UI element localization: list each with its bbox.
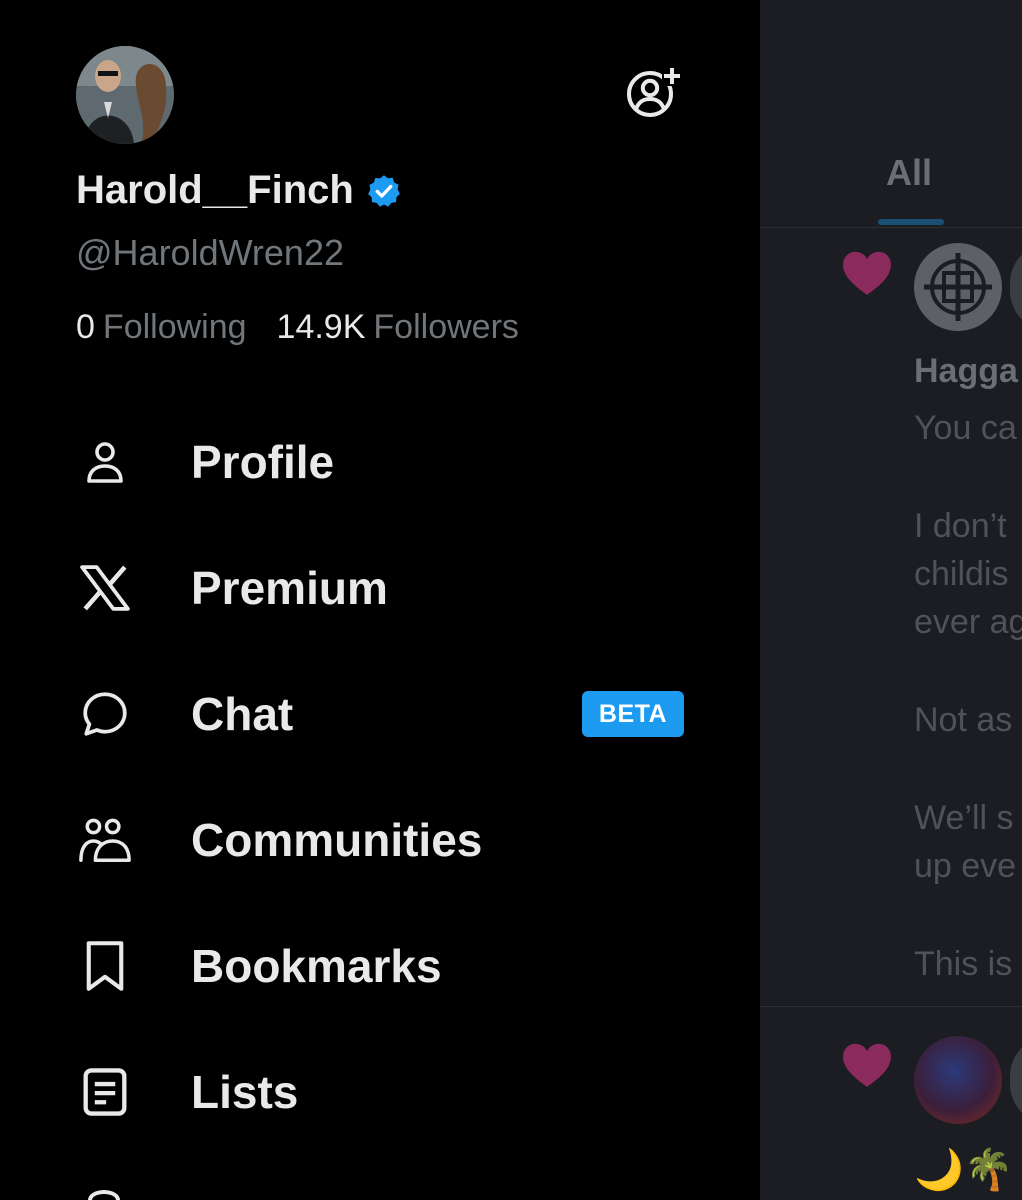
x-logo-icon xyxy=(78,561,132,615)
notification-avatar[interactable] xyxy=(914,1036,1002,1124)
list-icon xyxy=(78,1065,132,1119)
person-icon xyxy=(78,435,132,489)
notification-text-line: Not as xyxy=(914,701,1013,739)
following-link[interactable]: 0 Following xyxy=(76,308,247,347)
timeline-header: All xyxy=(760,0,1022,228)
tab-all[interactable]: All xyxy=(886,152,932,194)
menu-item-profile[interactable]: Profile xyxy=(0,399,760,525)
add-account-icon[interactable] xyxy=(626,66,682,118)
follow-stats: 0 Following 14.9K Followers xyxy=(76,308,519,347)
notification-text-line: childis xyxy=(914,555,1009,593)
verified-badge-icon xyxy=(367,174,400,207)
avatar[interactable] xyxy=(76,46,174,144)
menu-label-chat: Chat xyxy=(191,688,294,740)
avatar-photo xyxy=(76,46,174,144)
notification-text-line: You ca xyxy=(914,409,1017,447)
notification-emoji-text: 🌙🌴 xyxy=(914,1148,1014,1192)
beta-badge: BETA xyxy=(582,691,684,737)
following-count: 0 xyxy=(76,308,95,346)
notification-avatar[interactable] xyxy=(914,243,1002,331)
emblem-icon xyxy=(918,247,998,327)
app-screen: All Hagga You ca I don’t childis ever ag… xyxy=(0,0,1022,1200)
menu-item-premium[interactable]: Premium xyxy=(0,525,760,651)
notification-text-line: ever ag xyxy=(914,603,1022,641)
menu-label-bookmarks: Bookmarks xyxy=(191,940,442,992)
followers-count: 14.9K xyxy=(276,308,366,346)
followers-link[interactable]: 14.9K Followers xyxy=(277,308,519,347)
notification-text-line: up eve xyxy=(914,847,1017,885)
menu-item-lists[interactable]: Lists xyxy=(0,1029,760,1155)
next-menu-icon-partial xyxy=(88,1190,120,1200)
menu-item-communities[interactable]: Communities xyxy=(0,777,760,903)
notification-text-line: This is xyxy=(914,945,1013,983)
communities-icon xyxy=(78,813,132,867)
menu-item-bookmarks[interactable]: Bookmarks xyxy=(0,903,760,1029)
followers-label: Followers xyxy=(373,308,519,346)
notification-user-name: Hagga xyxy=(914,352,1018,390)
side-drawer: Harold__Finch @HaroldWren22 0 Following … xyxy=(0,0,760,1200)
bookmark-icon xyxy=(78,939,132,993)
tab-active-indicator xyxy=(878,219,944,225)
heart-icon xyxy=(843,1043,891,1087)
notification-text-line: I don’t xyxy=(914,507,1007,545)
heart-icon xyxy=(843,251,891,295)
menu-label-communities: Communities xyxy=(191,814,483,866)
menu-label-profile: Profile xyxy=(191,436,335,488)
following-label: Following xyxy=(102,308,247,346)
drawer-menu: Profile Premium Chat BETA Communities Bo… xyxy=(0,399,760,1155)
chat-bubble-icon xyxy=(78,687,132,741)
user-handle: @HaroldWren22 xyxy=(76,232,344,273)
menu-item-chat[interactable]: Chat BETA xyxy=(0,651,760,777)
notification-text-line: We’ll s xyxy=(914,799,1014,837)
display-name-row[interactable]: Harold__Finch xyxy=(76,168,402,213)
menu-label-lists: Lists xyxy=(191,1066,299,1118)
display-name: Harold__Finch xyxy=(76,168,354,212)
menu-label-premium: Premium xyxy=(191,562,388,614)
